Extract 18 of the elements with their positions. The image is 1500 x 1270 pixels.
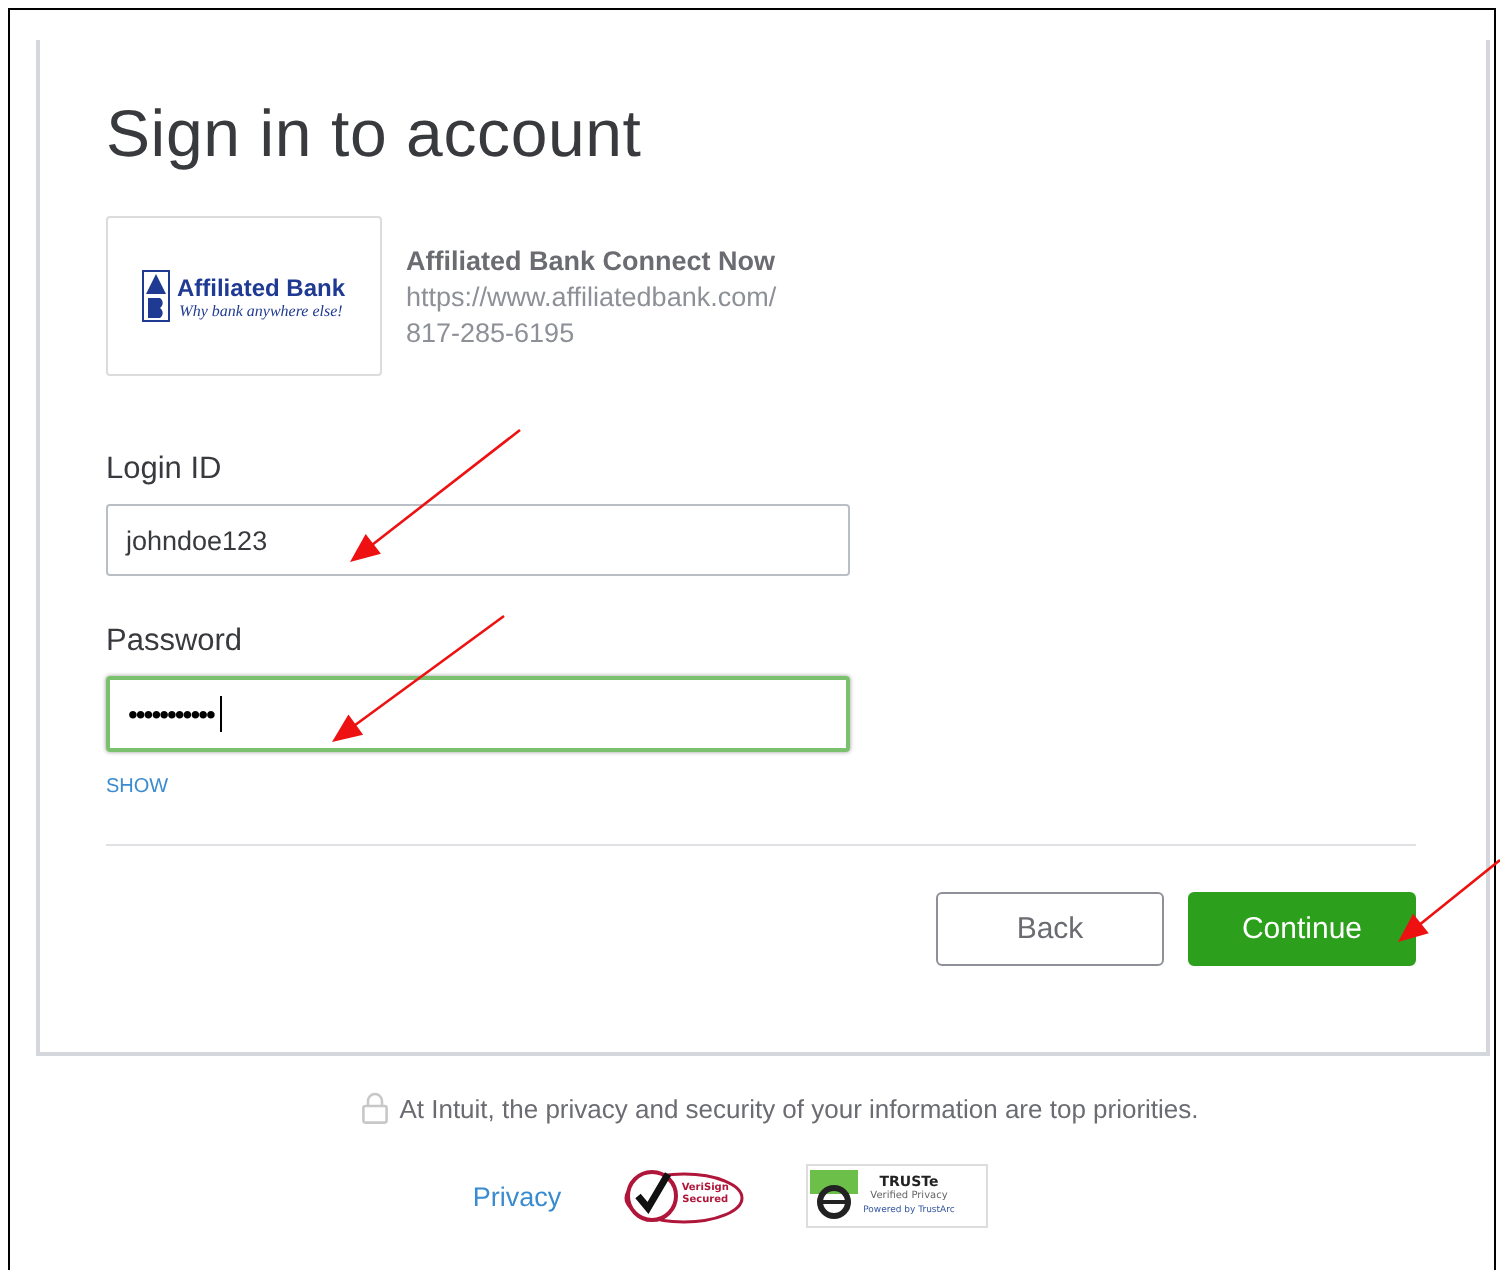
back-button[interactable]: Back (936, 892, 1164, 966)
continue-button[interactable]: Continue (1188, 892, 1416, 966)
password-field[interactable]: ••••••••••• (106, 676, 850, 752)
logo-slogan: Why bank anywhere else! (179, 301, 343, 319)
bank-name: Affiliated Bank Connect Now (406, 244, 777, 280)
bank-phone: 817-285-6195 (406, 316, 577, 352)
show-password-link[interactable]: SHOW (106, 776, 169, 798)
privacy-notice: At Intuit, the privacy and security of your information are top priorities. (399, 1093, 1199, 1123)
lock-icon (361, 1092, 388, 1124)
login-id-field[interactable]: johndoe123 (106, 504, 850, 576)
field-label: Login ID (106, 452, 224, 488)
annotation-arrow (1398, 859, 1500, 942)
logo-name: Affiliated Bank (176, 273, 345, 301)
bank-url: https://www.affiliatedbank.com/ (406, 280, 777, 316)
page-title: Sign in to account (106, 96, 644, 172)
bank-logo-mark-icon (142, 270, 171, 322)
field-label: Password (106, 624, 245, 660)
privacy-link[interactable]: Privacy (472, 1181, 562, 1211)
